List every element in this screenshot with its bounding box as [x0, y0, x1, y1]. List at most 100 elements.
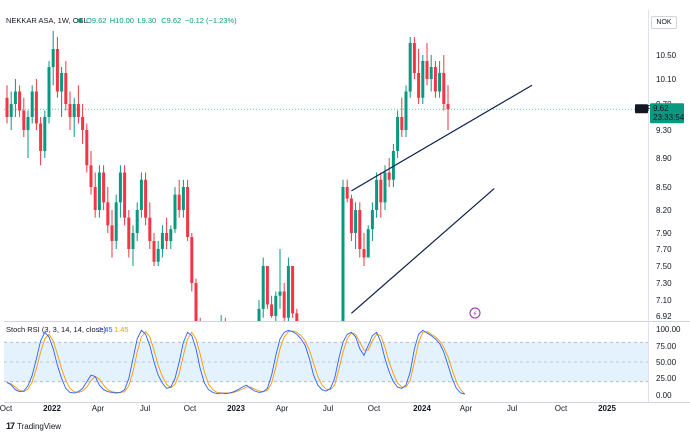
candle-body — [375, 179, 379, 210]
time-tick-label: 2025 — [598, 404, 616, 413]
candle-body — [291, 266, 295, 314]
price-tick-label: 7.10 — [656, 296, 672, 305]
candle-body — [400, 117, 404, 130]
candle-body — [421, 61, 425, 98]
candle-body — [257, 308, 261, 321]
candle-body — [47, 67, 51, 117]
candle-body — [165, 233, 169, 241]
candle-body — [341, 187, 345, 321]
candle-body — [366, 229, 370, 258]
rsi-tick-label: 50.00 — [656, 358, 677, 367]
candle-body — [186, 187, 190, 237]
time-tick-label: Jul — [323, 404, 333, 413]
ohlc-open: O9.62 — [86, 16, 106, 25]
candle-body — [274, 295, 278, 316]
candle-body — [286, 266, 290, 318]
candle-body — [425, 61, 429, 79]
candle-body — [177, 194, 181, 210]
rsi-tick-label: 100.00 — [656, 325, 681, 334]
price-tick-label: 7.30 — [656, 279, 672, 288]
price-tick-label: 8.20 — [656, 206, 672, 215]
market-status-dot — [77, 18, 83, 23]
candle-body — [85, 130, 89, 166]
tradingview-brand[interactable]: 17 TradingView — [6, 420, 61, 432]
candle-body — [160, 233, 164, 249]
time-tick-label: 2023 — [227, 404, 245, 413]
time-tick-label: Jul — [507, 404, 517, 413]
candle-body — [139, 179, 143, 210]
candle-body — [370, 210, 374, 230]
candle-body — [97, 172, 101, 210]
candle-body — [26, 117, 30, 130]
last-price-value: 9.62 — [653, 104, 669, 113]
candle-body — [89, 165, 93, 187]
candle-body — [429, 67, 433, 79]
time-tick-label: 2022 — [43, 404, 61, 413]
candle-body — [64, 73, 68, 104]
time-tick-label: Oct — [0, 404, 13, 413]
candle-body — [295, 313, 299, 321]
rsi-tick-label: 25.00 — [656, 374, 677, 383]
candle-body — [93, 187, 97, 210]
rsi-tick-label: 75.00 — [656, 342, 677, 351]
time-tick-label: Oct — [555, 404, 568, 413]
time-tick-label: Apr — [460, 404, 473, 413]
candle-body — [261, 266, 265, 309]
price-tick-label: 8.90 — [656, 154, 672, 163]
candle-body — [345, 187, 349, 199]
candle-body — [72, 104, 76, 117]
candle-body — [442, 73, 446, 104]
ohlc-close: C9.62 — [161, 16, 181, 25]
ohlc-change: −0.12 (−1.23%) — [185, 16, 237, 25]
stoch-rsi-label: Stoch RSI (3, 3, 14, 14, close) — [6, 325, 107, 334]
candle-body — [152, 241, 156, 262]
candle-body — [404, 91, 408, 130]
candle-body — [30, 91, 34, 117]
candle-body — [131, 233, 135, 249]
candle-body — [417, 73, 421, 98]
tradingview-chart[interactable]: 10.5010.109.709.308.908.508.207.907.707.… — [0, 0, 690, 434]
currency-button[interactable]: NOK — [651, 16, 677, 29]
ohlc-low: L9.30 — [137, 16, 156, 25]
candle-body — [169, 229, 173, 241]
candle-body — [412, 43, 416, 73]
candle-body — [34, 91, 38, 124]
candle-body — [9, 104, 13, 117]
candle-body — [127, 217, 131, 249]
candle-body — [194, 283, 198, 321]
candle-body — [408, 43, 412, 92]
rsi-tick-label: 0.00 — [656, 391, 672, 400]
price-tick-label: 10.50 — [656, 51, 677, 60]
ohlc-high: H10.00 — [110, 16, 134, 25]
candle-body — [110, 225, 114, 241]
candle-body — [446, 104, 450, 110]
candle-body — [118, 172, 122, 203]
candle-body — [433, 67, 437, 92]
price-tick-label: 9.30 — [656, 126, 672, 135]
price-tick-label: 7.50 — [656, 262, 672, 271]
candle-body — [60, 73, 64, 92]
candle-body — [39, 123, 43, 151]
candle-body — [55, 49, 59, 92]
price-tick-label: 7.70 — [656, 245, 672, 254]
candle-body — [270, 304, 274, 316]
candle-body — [13, 91, 17, 104]
candle-body — [144, 179, 148, 218]
candle-body — [43, 117, 47, 151]
candle-body — [135, 210, 139, 233]
candle-body — [173, 194, 177, 230]
candle-body — [396, 117, 400, 151]
stoch-k-value: 1.45 — [98, 325, 113, 334]
tradingview-logo-icon: 17 — [6, 421, 15, 431]
time-tick-label: Apr — [92, 404, 105, 413]
candle-body — [383, 172, 387, 203]
time-tick-label: 2024 — [413, 404, 431, 413]
candle-body — [18, 91, 22, 111]
price-tick-label: 6.92 — [656, 312, 672, 321]
brand-label: TradingView — [17, 421, 62, 431]
candle-body — [68, 104, 72, 117]
candle-body — [282, 291, 286, 318]
time-tick-label: Oct — [184, 404, 197, 413]
candle-body — [114, 202, 118, 241]
time-tick-label: Jul — [140, 404, 150, 413]
